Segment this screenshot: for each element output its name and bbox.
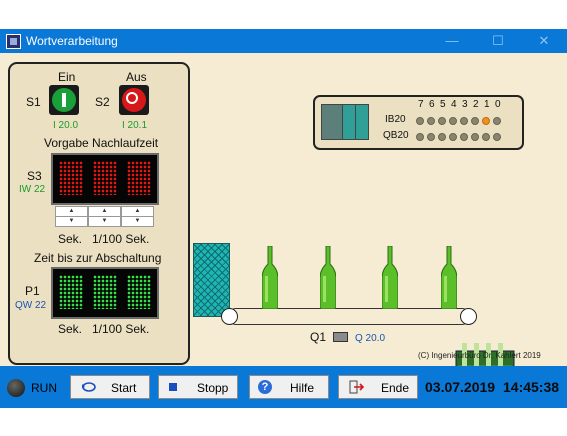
off-label: Aus [126, 70, 147, 84]
bit-number: 0 [495, 99, 501, 110]
s3-label: S3 [27, 169, 42, 183]
remaining-display [51, 267, 159, 319]
stop-pushbutton-s2[interactable] [119, 85, 149, 115]
qb20-led [449, 133, 457, 141]
time-display: 14:45:38 [503, 379, 560, 395]
control-panel: Ein Aus S1 S2 I 20.0 I 20.1 Vorgabe Nach… [8, 62, 190, 365]
plc-io-module-icon [355, 104, 369, 140]
bit-number: 3 [462, 99, 468, 110]
preset-digit [93, 161, 117, 195]
plc-cpu-module-icon [321, 104, 343, 140]
copyright: (C) Ingenieurbüro Dr. Kahlert 2019 [418, 351, 541, 360]
bit-number: 2 [473, 99, 479, 110]
s2-address: I 20.1 [122, 120, 148, 131]
exit-door-icon [349, 380, 365, 394]
remaining-unit-seconds: Sek. [58, 322, 83, 336]
s1-address: I 20.0 [53, 120, 79, 131]
preset-unit-seconds: Sek. [58, 232, 83, 246]
minimize-button[interactable]: — [429, 29, 475, 53]
ib20-led [460, 117, 468, 125]
app-icon [6, 34, 21, 49]
ib20-led [416, 117, 424, 125]
qb20-label: QB20 [383, 130, 409, 141]
bottle-icon [441, 246, 457, 309]
stop-button[interactable]: Stopp [158, 375, 238, 399]
run-lamp-icon [7, 379, 25, 397]
help-button[interactable]: ? Hilfe [249, 375, 329, 399]
p1-address: QW 22 [15, 300, 47, 311]
bit-number: 5 [440, 99, 446, 110]
run-label: RUN [31, 381, 57, 395]
remaining-digit [127, 275, 151, 309]
motor-address: Q 20.0 [355, 333, 386, 344]
preset-down-spinner[interactable]: ▼ [55, 216, 88, 227]
bottom-toolbar: RUN Start Stopp ? Hilfe Ende 03.07.2019 … [0, 366, 567, 408]
preset-unit-hundredths: 1/100 Sek. [92, 232, 150, 246]
qb20-led [416, 133, 424, 141]
title-bar: Wortverarbeitung — ☐ ✕ [0, 29, 567, 53]
stop-square-icon [169, 383, 177, 391]
preset-display [51, 153, 159, 205]
conveyor-belt [228, 308, 470, 325]
ib20-led [438, 117, 446, 125]
motor-label: Q1 [310, 330, 327, 344]
remaining-digit [59, 275, 83, 309]
qb20-led [482, 133, 490, 141]
conveyor-roller-right [460, 308, 477, 325]
loop-icon [82, 382, 96, 392]
ib20-label: IB20 [385, 114, 406, 125]
ib20-led [471, 117, 479, 125]
power-on-icon [62, 93, 66, 107]
bit-number: 1 [484, 99, 490, 110]
ib20-led [427, 117, 435, 125]
s3-address: IW 22 [19, 184, 46, 195]
remaining-title: Zeit bis zur Abschaltung [34, 251, 162, 265]
exit-button[interactable]: Ende [338, 375, 418, 399]
power-off-icon [126, 92, 138, 104]
main-area: Ein Aus S1 S2 I 20.0 I 20.1 Vorgabe Nach… [0, 53, 567, 397]
qb20-led [493, 133, 501, 141]
app-window: Wortverarbeitung — ☐ ✕ Ein Aus S1 S2 I 2… [0, 29, 567, 408]
preset-down-spinner[interactable]: ▼ [88, 216, 121, 227]
bottle-feed-hopper [193, 243, 230, 317]
bit-number: 4 [451, 99, 457, 110]
preset-down-spinner[interactable]: ▼ [121, 216, 154, 227]
close-button[interactable]: ✕ [521, 29, 567, 53]
remaining-digit [93, 275, 117, 309]
bottle-icon [382, 246, 398, 309]
s1-label: S1 [26, 95, 41, 109]
conveyor-roller-left [221, 308, 238, 325]
preset-digit [59, 161, 83, 195]
window-title: Wortverarbeitung [26, 34, 118, 48]
s2-label: S2 [95, 95, 110, 109]
ib20-led [482, 117, 490, 125]
start-pushbutton-s1[interactable] [49, 85, 79, 115]
p1-label: P1 [25, 284, 40, 298]
bottle-icon [262, 246, 278, 309]
preset-title: Vorgabe Nachlaufzeit [44, 136, 159, 150]
preset-digit [127, 161, 151, 195]
remaining-unit-hundredths: 1/100 Sek. [92, 322, 150, 336]
help-icon: ? [258, 380, 272, 394]
maximize-button[interactable]: ☐ [475, 29, 521, 53]
bottle-icon [320, 246, 336, 309]
plc-io-module-icon [342, 104, 356, 140]
ib20-led [449, 117, 457, 125]
date-display: 03.07.2019 [425, 379, 496, 395]
ib20-led [493, 117, 501, 125]
qb20-led [460, 133, 468, 141]
bit-number: 7 [418, 99, 424, 110]
bit-number: 6 [429, 99, 435, 110]
qb20-led [438, 133, 446, 141]
plc-io-panel: 76543210 IB20 QB20 [313, 95, 524, 150]
on-label: Ein [58, 70, 76, 84]
qb20-led [471, 133, 479, 141]
start-button[interactable]: Start [70, 375, 150, 399]
qb20-led [427, 133, 435, 141]
motor-indicator [333, 332, 348, 342]
